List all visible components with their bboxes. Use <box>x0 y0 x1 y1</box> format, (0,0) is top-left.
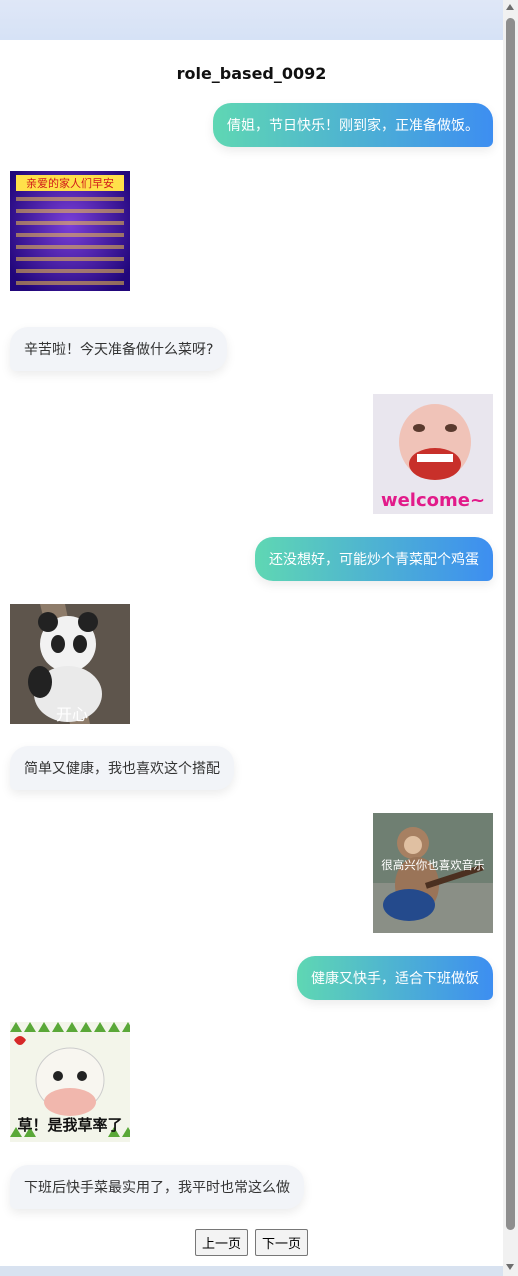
scroll-up-arrow-icon[interactable] <box>506 4 514 10</box>
message-bot: 简单又健康，我也喜欢这个搭配 <box>10 746 234 790</box>
next-page-button[interactable]: 下一页 <box>255 1229 309 1256</box>
message-user: 倩姐，节日快乐！刚到家，正准备做饭。 <box>213 103 493 147</box>
header-band <box>0 0 503 40</box>
message-bubble: 下班后快手菜最实用了，我平时也常这么做 <box>10 1165 304 1209</box>
sticker-family-greeting: 亲爱的家人们早安 <box>10 171 130 291</box>
sticker-panda-happy: 开心 <box>10 604 130 724</box>
page-title: role_based_0092 <box>176 64 327 83</box>
sticker-caption: welcome~ <box>381 490 485 511</box>
prev-page-button[interactable]: 上一页 <box>194 1229 248 1256</box>
sticker-caption: 很高兴你也喜欢音乐 <box>381 858 485 872</box>
sticker-monkey-guitar: 很高兴你也喜欢音乐 <box>373 813 493 933</box>
message-bubble: 还没想好，可能炒个青菜配个鸡蛋 <box>255 537 493 581</box>
sticker-caption: 草！是我草率了 <box>17 1116 122 1134</box>
message-bubble: 倩姐，节日快乐！刚到家，正准备做饭。 <box>213 103 493 147</box>
sticker-caption: 开心 <box>56 705 88 724</box>
pagination: 上一页 下一页 <box>0 1229 503 1256</box>
message-bubble: 辛苦啦！今天准备做什么菜呀? <box>10 327 228 371</box>
message-bot: 辛苦啦！今天准备做什么菜呀? <box>10 327 228 371</box>
scrollbar-thumb[interactable] <box>506 18 515 1230</box>
message-bubble: 健康又快手，适合下班做饭 <box>297 956 493 1000</box>
message-user: 还没想好，可能炒个青菜配个鸡蛋 <box>255 537 493 581</box>
sticker-caption: 亲爱的家人们早安 <box>26 176 114 190</box>
sticker-cow-grass: 草！是我草率了 <box>10 1022 130 1142</box>
message-bubble: 简单又健康，我也喜欢这个搭配 <box>10 746 234 790</box>
message-bot: 下班后快手菜最实用了，我平时也常这么做 <box>10 1165 304 1209</box>
chat-page: role_based_0092 倩姐，节日快乐！刚到家，正准备做饭。 亲爱的家人… <box>0 40 503 1266</box>
message-user: 健康又快手，适合下班做饭 <box>297 956 493 1000</box>
sticker-baby-welcome: welcome~ <box>373 394 493 514</box>
footer-band <box>0 1266 503 1276</box>
scroll-down-arrow-icon[interactable] <box>506 1264 514 1270</box>
